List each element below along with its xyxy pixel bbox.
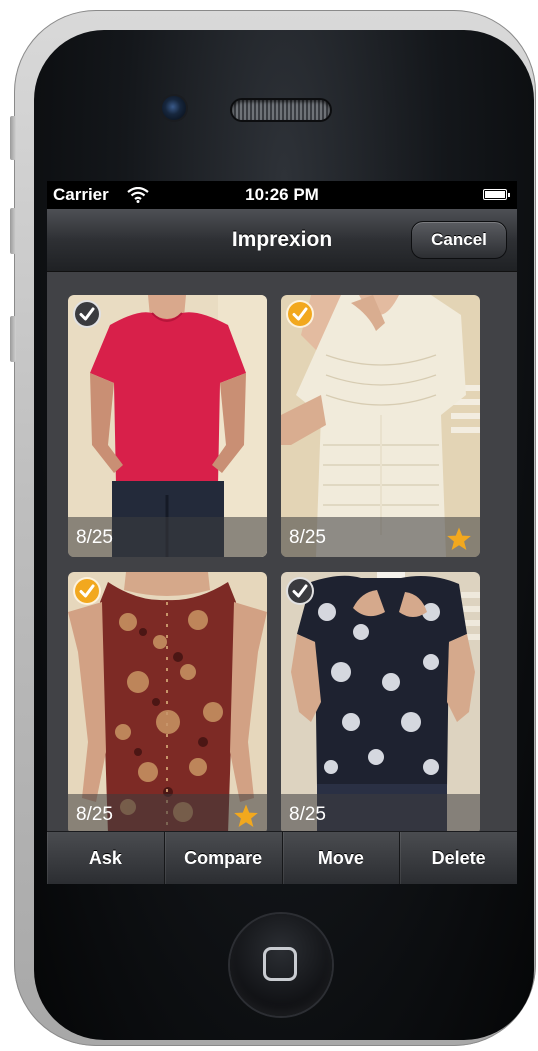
star-icon[interactable]	[233, 803, 259, 829]
earpiece-speaker	[232, 100, 330, 120]
status-bar: Carrier 10:26 PM	[47, 181, 517, 209]
check-icon[interactable]	[286, 577, 314, 605]
photo-tile[interactable]: 8/25	[68, 295, 267, 557]
home-square-icon	[263, 947, 297, 981]
check-icon[interactable]	[286, 300, 314, 328]
photo-date: 8/25	[76, 804, 113, 825]
navigation-bar: Imprexion Cancel	[47, 209, 517, 272]
home-button[interactable]	[230, 914, 332, 1016]
volume-down-button	[10, 316, 16, 362]
front-camera-icon	[162, 96, 186, 120]
battery-icon	[483, 189, 510, 200]
check-icon[interactable]	[73, 577, 101, 605]
move-button[interactable]: Move	[283, 832, 401, 884]
compare-button[interactable]: Compare	[165, 832, 283, 884]
photo-tile[interactable]: 8/25	[281, 295, 480, 557]
cancel-button[interactable]: Cancel	[411, 221, 507, 259]
photo-grid: 8/25 8/25 8/25 8/25	[47, 272, 517, 834]
silent-switch	[10, 116, 16, 160]
bottom-toolbar: Ask Compare Move Delete	[47, 831, 517, 884]
photo-date: 8/25	[289, 804, 326, 825]
delete-button[interactable]: Delete	[400, 832, 517, 884]
photo-date: 8/25	[289, 527, 326, 548]
photo-tile[interactable]: 8/25	[68, 572, 267, 834]
volume-up-button	[10, 208, 16, 254]
check-icon[interactable]	[73, 300, 101, 328]
status-time: 10:26 PM	[245, 185, 319, 204]
app-screen: Carrier 10:26 PM Imprexion Cancel 8/25 8…	[47, 181, 517, 884]
photo-date: 8/25	[76, 527, 113, 548]
star-icon[interactable]	[446, 526, 472, 552]
ask-button[interactable]: Ask	[47, 832, 165, 884]
photo-tile[interactable]: 8/25	[281, 572, 480, 834]
